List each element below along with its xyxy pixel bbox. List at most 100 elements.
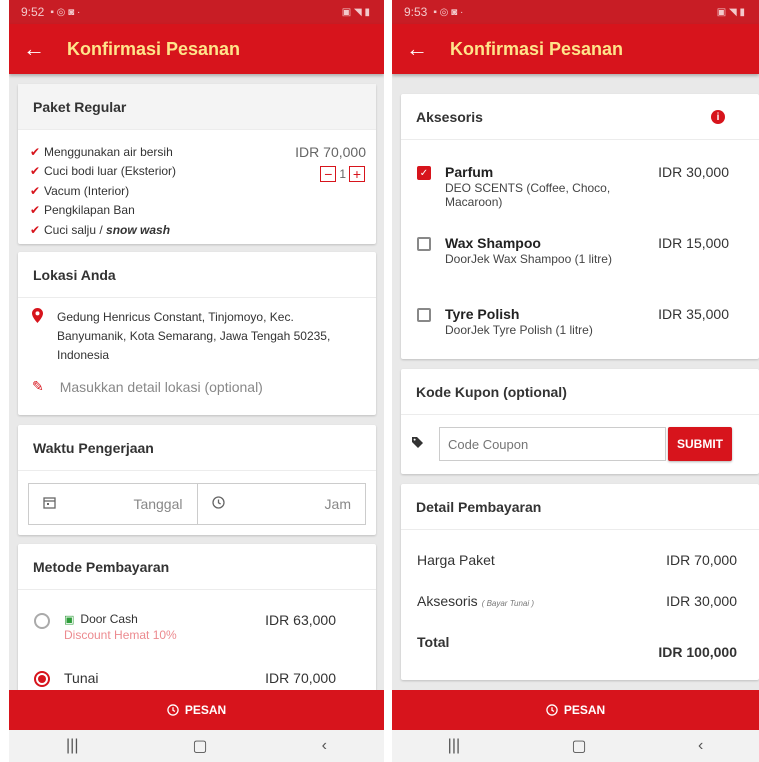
increase-button[interactable]: + <box>349 166 365 182</box>
screen-right: 9:53 ▪ ◎ ◙ · ▣ ◥ ▮ ← Konfirmasi Pesanan … <box>392 0 759 762</box>
accessories-card: Aksesoris i ✓ Parfum DEO SCENTS (Coffee,… <box>401 94 759 359</box>
package-value: IDR 70,000 <box>666 552 737 568</box>
back-arrow-icon[interactable]: ← <box>23 38 45 60</box>
home-icon[interactable]: ▢ <box>572 736 587 756</box>
payment-option-tunai[interactable]: Tunai IDR 70,000 <box>34 670 336 687</box>
accessory-price: IDR 35,000 <box>658 306 729 322</box>
system-nav-bar: ||| ▢ ‹ <box>9 730 384 762</box>
home-icon[interactable]: ▢ <box>192 736 207 756</box>
payment-detail-card: Detail Pembayaran Harga Paket IDR 70,000… <box>401 484 759 680</box>
notification-icons: ▪ ◎ ◙ · <box>433 6 464 18</box>
checkbox-parfum[interactable]: ✓ <box>417 166 431 180</box>
cash-icon: ▣ <box>64 614 75 626</box>
total-value: IDR 100,000 <box>658 644 737 660</box>
coupon-input[interactable] <box>439 427 666 461</box>
door-cash-price: IDR 63,000 <box>265 612 336 628</box>
address-text: Gedung Henricus Constant, Tinjomoyo, Kec… <box>57 310 331 362</box>
pesan-button[interactable]: PESAN <box>9 690 384 730</box>
accessory-name: Wax Shampoo <box>445 235 541 251</box>
back-icon[interactable]: ‹ <box>698 737 703 755</box>
status-bar: 9:53 ▪ ◎ ◙ · ▣ ◥ ▮ <box>392 0 759 24</box>
location-title: Lokasi Anda <box>18 252 376 298</box>
total-label: Total <box>417 634 450 650</box>
status-time: 9:52 <box>21 5 45 19</box>
submit-button[interactable]: SUBMIT <box>668 427 732 461</box>
pay-cash-note: ( Bayar Tunai ) <box>481 599 534 608</box>
accessory-desc: DoorJek Wax Shampoo (1 litre) <box>445 252 612 266</box>
calendar-icon <box>43 496 56 512</box>
accessory-name: Parfum <box>445 164 494 180</box>
quantity-stepper: − 1 + <box>320 166 365 182</box>
date-field[interactable]: Tanggal <box>29 484 197 524</box>
time-field[interactable]: Jam <box>196 484 366 524</box>
content-scroll[interactable]: Paket Regular ✔ Menggunakan air bersih ✔ C… <box>9 74 384 690</box>
tunai-label: Tunai <box>64 670 99 686</box>
accessory-item-tyre-polish[interactable]: Tyre Polish DoorJek Tyre Polish (1 litre… <box>417 306 729 337</box>
location-detail-placeholder: Masukkan detail lokasi (optional) <box>59 378 263 395</box>
coupon-card: Kode Kupon (optional) SUBMIT <box>401 369 759 474</box>
pencil-icon: ✎ <box>32 378 44 394</box>
check-icon: ✔ <box>30 203 41 218</box>
quantity-value: 1 <box>339 167 346 181</box>
accessory-desc: DoorJek Tyre Polish (1 litre) <box>445 323 593 337</box>
accessories-label: Aksesoris <box>417 593 478 609</box>
schedule-card: Waktu Pengerjaan Tanggal Jam <box>18 425 376 535</box>
system-status-icons: ▣ ◥ ▮ <box>716 6 745 18</box>
package-price: IDR 70,000 <box>295 144 366 160</box>
accessories-value: IDR 30,000 <box>666 593 737 609</box>
radio-door-cash[interactable] <box>34 613 50 629</box>
accessory-item-parfum[interactable]: ✓ Parfum DEO SCENTS (Coffee, Choco, Maca… <box>417 164 729 209</box>
app-bar: ← Konfirmasi Pesanan <box>9 24 384 74</box>
recent-apps-icon[interactable]: ||| <box>448 737 460 755</box>
tag-icon <box>411 436 439 452</box>
feature-item: ✔ Cuci salju / snow wash <box>30 222 171 237</box>
content-scroll[interactable]: Aksesoris i ✓ Parfum DEO SCENTS (Coffee,… <box>392 74 759 690</box>
checkbox-tyre-polish[interactable] <box>417 308 431 322</box>
payment-detail-title: Detail Pembayaran <box>401 484 759 530</box>
pesan-button[interactable]: PESAN <box>392 690 759 730</box>
feature-item: ✔ Pengkilapan Ban <box>30 203 135 218</box>
back-icon[interactable]: ‹ <box>322 737 327 755</box>
payment-title: Metode Pembayaran <box>18 544 376 590</box>
coupon-row: SUBMIT <box>411 427 741 461</box>
package-card: Paket Regular ✔ Menggunakan air bersih ✔ C… <box>18 84 376 244</box>
system-status-icons: ▣ ◥ ▮ <box>341 6 370 18</box>
accessories-title: Aksesoris <box>401 94 759 140</box>
summary-row-accessories: Aksesoris( Bayar Tunai ) IDR 30,000 <box>417 593 737 609</box>
decrease-button[interactable]: − <box>320 166 337 182</box>
location-pin-icon <box>32 308 43 365</box>
payment-option-door-cash[interactable]: ▣ Door Cash Discount Hemat 10% IDR 63,000 <box>34 612 336 642</box>
location-detail-input[interactable]: ✎ Masukkan detail lokasi (optional) <box>32 378 263 395</box>
clock-icon <box>167 704 179 716</box>
accessory-item-wax-shampoo[interactable]: Wax Shampoo DoorJek Wax Shampoo (1 litre… <box>417 235 729 266</box>
check-icon: ✔ <box>30 183 41 198</box>
accessory-price: IDR 15,000 <box>658 235 729 251</box>
page-title: Konfirmasi Pesanan <box>450 38 624 59</box>
clock-icon <box>211 496 225 512</box>
date-label: Tanggal <box>133 496 183 512</box>
checkbox-wax-shampoo[interactable] <box>417 237 431 251</box>
feature-item: ✔ Menggunakan air bersih <box>30 144 173 159</box>
accessory-name: Tyre Polish <box>445 306 520 322</box>
notification-icons: ▪ ◎ ◙ · <box>50 6 81 18</box>
info-icon[interactable]: i <box>711 110 725 124</box>
recent-apps-icon[interactable]: ||| <box>66 737 78 755</box>
status-time: 9:53 <box>404 5 428 19</box>
feature-item: ✔ Vacum (Interior) <box>30 183 130 198</box>
schedule-fields: Tanggal Jam <box>28 483 366 525</box>
app-bar: ← Konfirmasi Pesanan <box>392 24 759 74</box>
coupon-title: Kode Kupon (optional) <box>401 369 759 415</box>
summary-row-package: Harga Paket IDR 70,000 <box>417 552 737 568</box>
payment-card: Metode Pembayaran ▣ Door Cash Discount He… <box>18 544 376 690</box>
status-bar: 9:52 ▪ ◎ ◙ · ▣ ◥ ▮ <box>9 0 384 24</box>
discount-text: Discount Hemat 10% <box>64 628 177 642</box>
pesan-label: PESAN <box>184 703 227 717</box>
radio-tunai[interactable] <box>34 671 50 687</box>
schedule-title: Waktu Pengerjaan <box>18 425 376 471</box>
summary-row-total: Total IDR 100,000 <box>417 634 737 660</box>
accessory-desc: DEO SCENTS (Coffee, Choco, Macaroon) <box>445 181 611 209</box>
check-icon: ✔ <box>30 164 41 179</box>
page-title: Konfirmasi Pesanan <box>67 38 241 59</box>
back-arrow-icon[interactable]: ← <box>406 38 428 60</box>
check-icon: ✔ <box>30 222 41 237</box>
